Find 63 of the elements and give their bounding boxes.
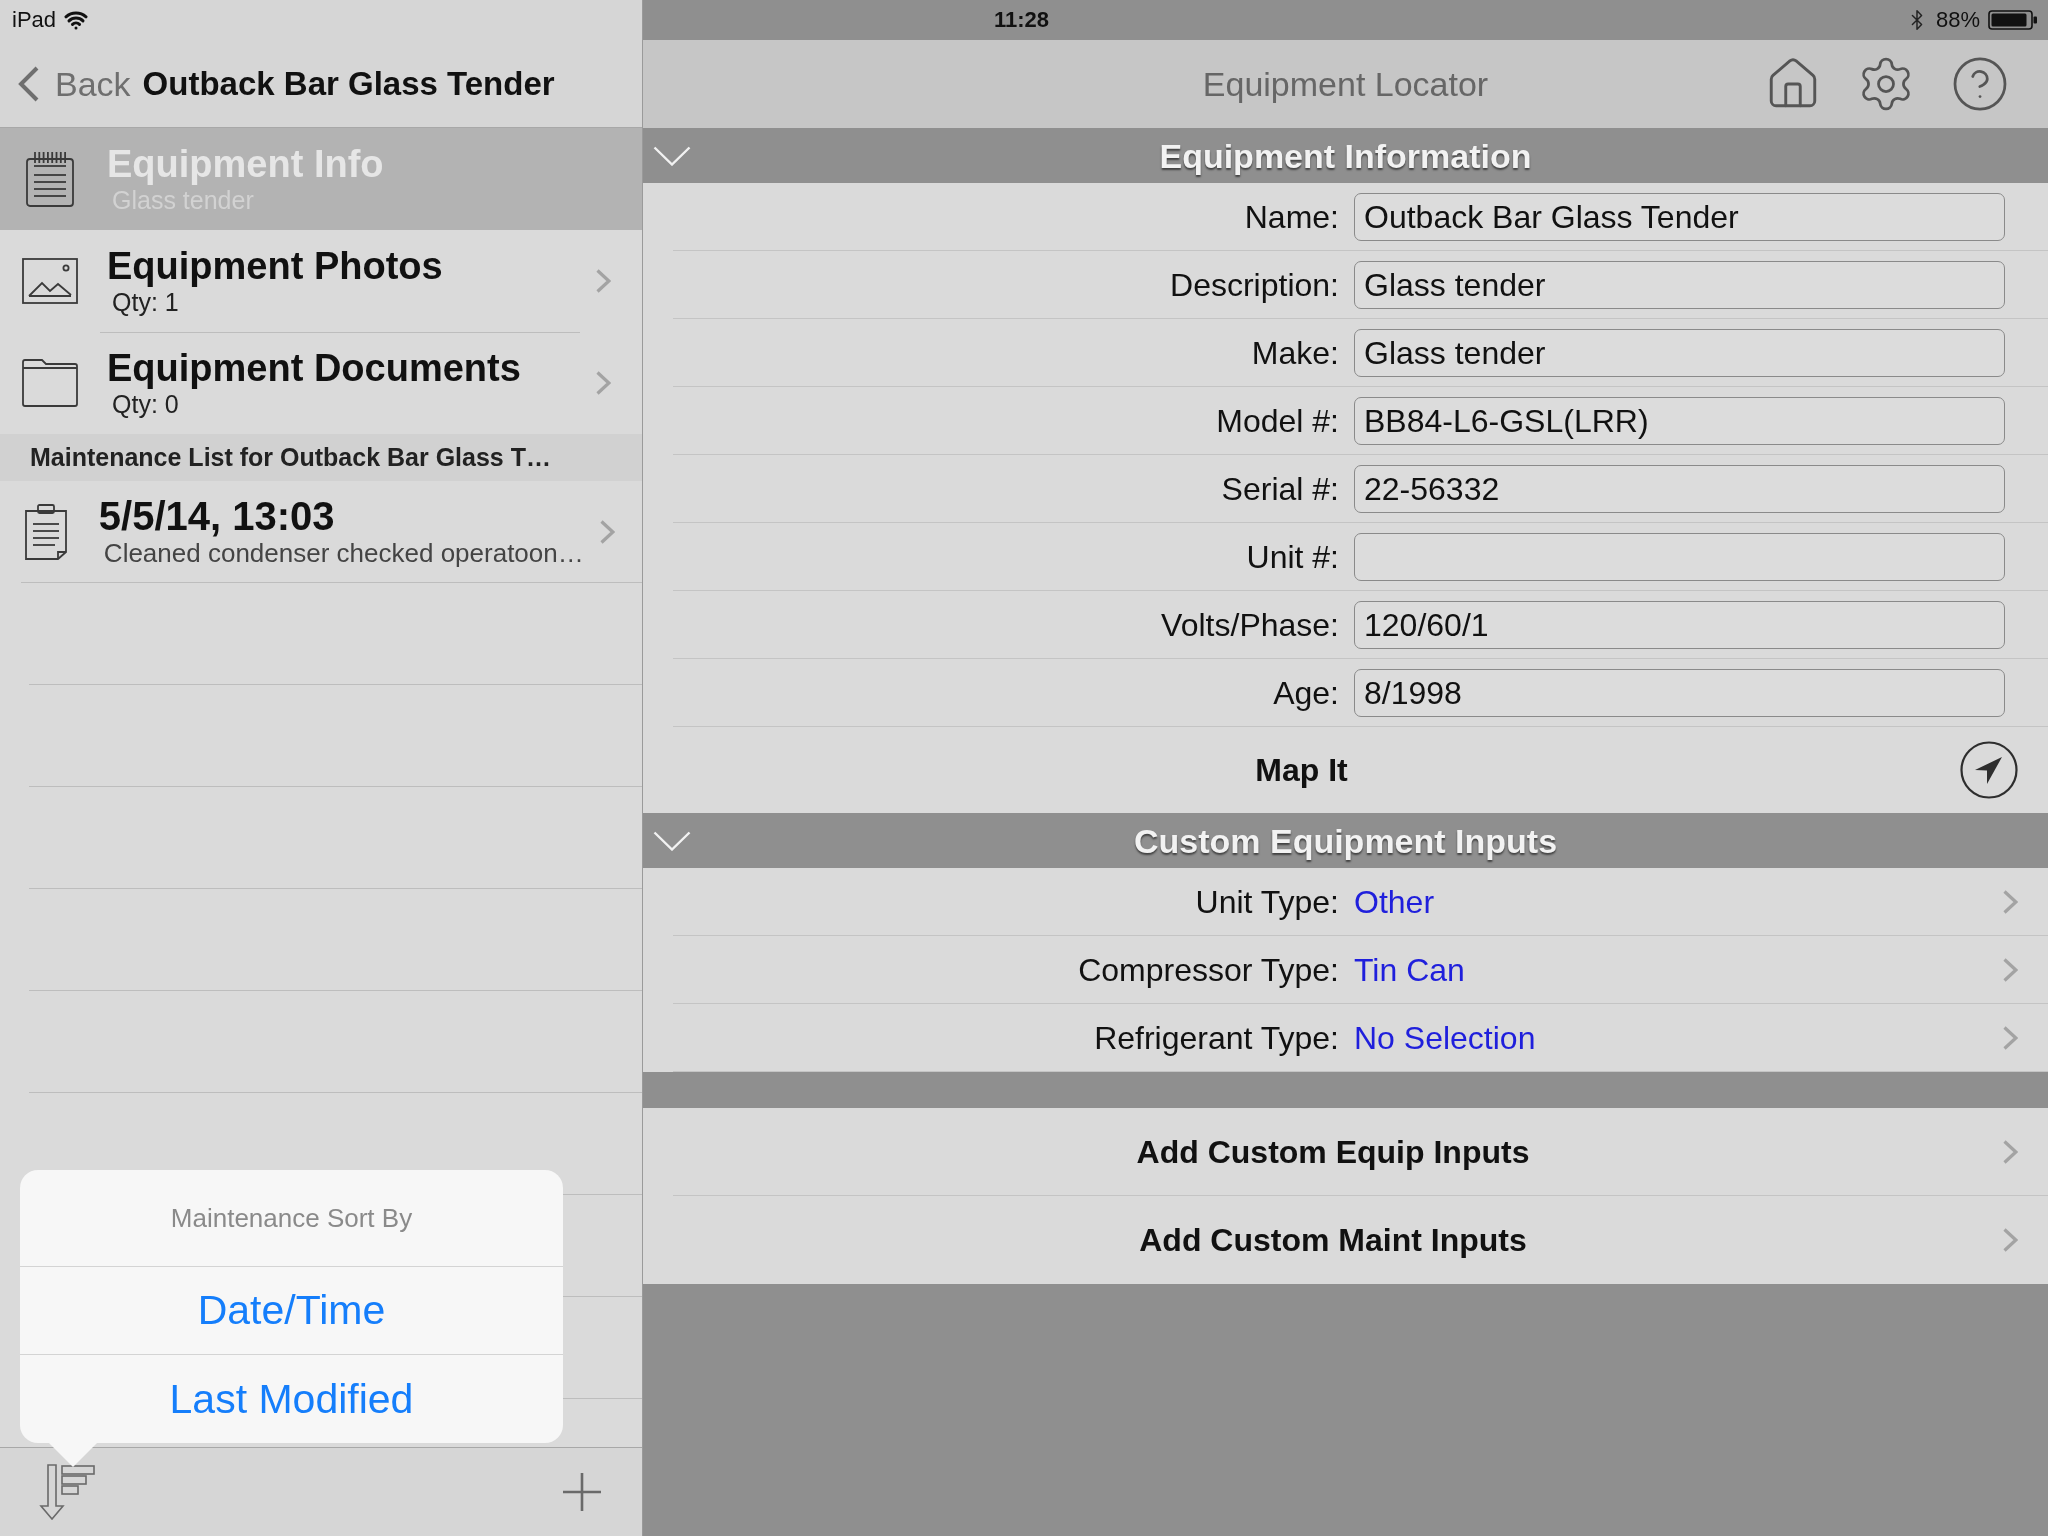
nav-title: Outback Bar Glass Tender [142, 67, 555, 100]
picker-label: Compressor Type: [1077, 953, 1339, 986]
field-label: Make: [1250, 336, 1339, 369]
field-label: Serial #: [1220, 472, 1339, 505]
text-field[interactable]: Glass tender [1354, 260, 2005, 309]
maintenance-entry[interactable]: 5/5/14, 13:03 Cleaned condenser checked operatoon… [0, 481, 642, 583]
text-field[interactable]: 120/60/1 [1354, 600, 2005, 649]
chevron-down-icon[interactable] [653, 145, 691, 166]
section-title: Equipment Information [1159, 138, 1532, 173]
field-label: Name: [1243, 200, 1339, 233]
picker-row[interactable]: Compressor Type: Tin Can [673, 936, 2048, 1004]
folder-icon [22, 359, 78, 407]
menu-option[interactable]: Date/Time [20, 1267, 563, 1355]
chevron-right-icon [2003, 1139, 2018, 1164]
menu-title: Maintenance Sort By [170, 1205, 413, 1231]
text-field[interactable]: 22-56332 [1354, 464, 2005, 513]
chevron-down-icon[interactable] [653, 830, 691, 851]
device-name: iPad [12, 9, 57, 31]
field-label: Age: [1272, 676, 1339, 709]
plus-icon[interactable] [563, 1473, 601, 1511]
battery-icon [1988, 10, 2038, 30]
picker-label: Refrigerant Type: [1093, 1021, 1339, 1054]
text-field[interactable]: Glass tender [1354, 328, 2005, 377]
menu-option[interactable]: Last Modified [20, 1355, 563, 1443]
text-field[interactable]: Outback Bar Glass Tender [1354, 192, 2005, 241]
picker-row[interactable]: Refrigerant Type: No Selection [673, 1004, 2048, 1072]
entry-note: Cleaned condenser checked operatoon… [102, 537, 584, 570]
chevron-right-icon [2003, 957, 2018, 982]
battery-percent: 88% [1935, 9, 1980, 31]
item-subtitle: Qty: 1 [111, 287, 180, 317]
picker-value: Other [1354, 885, 1436, 918]
chevron-right-icon [2003, 1025, 2018, 1050]
entry-date: 5/5/14, 13:03 [98, 493, 336, 538]
text-field[interactable]: BB84-L6-GSL(LRR) [1354, 396, 2005, 445]
item-subtitle: Qty: 0 [111, 390, 180, 419]
chevron-right-icon [599, 519, 615, 544]
picker-value: Tin Can [1354, 953, 1466, 986]
field-label: Description: [1169, 268, 1339, 301]
chevron-right-icon [2003, 1228, 2018, 1252]
chevron-right-icon [2003, 889, 2018, 914]
chevron-right-icon [596, 269, 611, 293]
field-label: Model #: [1215, 404, 1339, 437]
picture-icon [22, 258, 78, 304]
text-field[interactable] [1354, 532, 2005, 581]
chevron-left-icon [17, 65, 39, 102]
text-field[interactable]: 8/1998 [1354, 668, 2005, 717]
item-title: Equipment Photos [107, 245, 444, 288]
field-label: Volts/Phase: [1160, 608, 1339, 641]
screen-title: Equipment Locator [1202, 67, 1489, 101]
status-time: 11:28 [994, 9, 1050, 31]
picker-label: Unit Type: [1194, 885, 1339, 918]
item-title: Equipment Documents [107, 348, 522, 390]
field-label: Unit #: [1245, 540, 1339, 573]
section-title: Custom Equipment Inputs [1133, 823, 1558, 858]
chevron-right-icon [596, 371, 611, 395]
action-button[interactable]: Add Custom Equip Inputs [673, 1108, 2048, 1195]
action-button[interactable]: Add Custom Maint Inputs [673, 1196, 2048, 1284]
picker-value: No Selection [1354, 1021, 1537, 1054]
clipboard-icon [24, 504, 67, 560]
picker-row[interactable]: Unit Type: Other [673, 868, 2048, 936]
list-section-header: Maintenance List for Outback Bar Glass T… [30, 445, 551, 470]
notepad-icon [26, 151, 74, 207]
map-it-label: Map It [1255, 754, 1348, 786]
